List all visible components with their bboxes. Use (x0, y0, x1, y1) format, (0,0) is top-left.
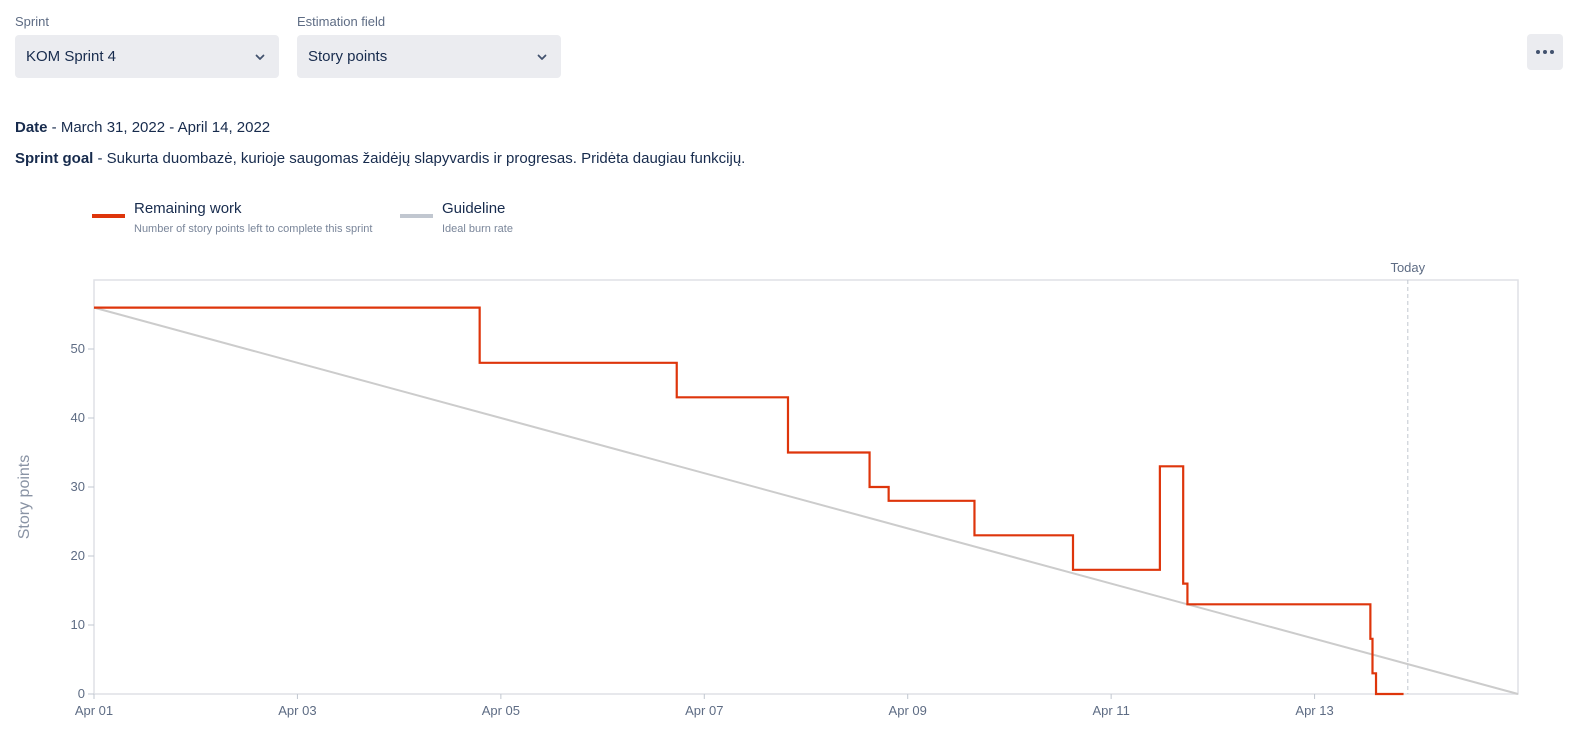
x-tick-label: Apr 13 (1295, 703, 1333, 718)
legend-subtitle: Number of story points left to complete … (134, 223, 373, 235)
estimation-select[interactable]: Story points (297, 35, 561, 78)
guideline-series-line (93, 306, 1519, 695)
y-axis: 0 10 20 30 40 50 (71, 341, 94, 701)
x-tick-label: Apr 07 (685, 703, 723, 718)
more-actions-button[interactable] (1527, 34, 1563, 70)
series-layer (93, 306, 1519, 696)
sprint-goal-label: Sprint goal (15, 150, 94, 167)
x-tick-label: Apr 11 (1092, 703, 1129, 718)
y-axis-title: Story points (16, 455, 33, 539)
y-tick-label: 10 (71, 617, 85, 632)
date-value: - March 31, 2022 - April 14, 2022 (47, 119, 271, 136)
legend-title: Remaining work (134, 200, 242, 217)
more-icon-dot (1550, 50, 1554, 54)
legend-swatch-guideline (400, 214, 433, 218)
estimation-field-label: Estimation field (297, 14, 386, 29)
burndown-chart: Today 01020304050 Apr 01 Apr 03 Apr 05 Apr … (16, 260, 1519, 718)
legend-swatch-remaining (92, 214, 125, 218)
legend-title: Guideline (442, 200, 506, 217)
y-tick-label: 30 (71, 479, 85, 494)
chevron-down-icon (255, 54, 265, 60)
x-tick-label: Apr 09 (889, 703, 927, 718)
more-icon (1536, 50, 1540, 54)
legend-subtitle: Ideal burn rate (442, 223, 513, 235)
y-tick-label: 0 (78, 686, 85, 701)
today-label: Today (1390, 260, 1425, 275)
x-axis: Apr 01 Apr 03 Apr 05 Apr 07 Apr 09 Apr 11 Apr … (75, 694, 1334, 718)
sprint-field: Sprint KOM Sprint 4 (15, 14, 279, 78)
x-tick-label: Apr 05 (482, 703, 520, 718)
estimation-field: Estimation field Story points (297, 14, 561, 78)
sprint-select[interactable]: KOM Sprint 4 (15, 35, 279, 78)
y-tick-label: 20 (71, 548, 85, 563)
x-tick-label: Apr 03 (278, 703, 316, 718)
more-icon-dot (1543, 50, 1547, 54)
sprint-date: Date - March 31, 2022 - April 14, 2022 (15, 119, 270, 137)
date-label: Date (15, 119, 48, 136)
sprint-field-label: Sprint (15, 14, 49, 29)
y-tick-label: 50 (71, 341, 85, 356)
plot-frame (93, 279, 1519, 695)
chevron-down-icon (537, 54, 547, 60)
estimation-select-value: Story points (308, 48, 388, 65)
x-tick-label: Apr 01 (75, 703, 113, 718)
sprint-select-value: KOM Sprint 4 (26, 48, 117, 65)
sprint-goal-value: - Sukurta duombazė, kurioje saugomas žai… (93, 150, 746, 167)
sprint-goal: Sprint goal - Sukurta duombazė, kurioje … (15, 150, 745, 168)
remaining-work-series-line (94, 306, 1404, 696)
y-tick-label: 40 (71, 410, 85, 425)
